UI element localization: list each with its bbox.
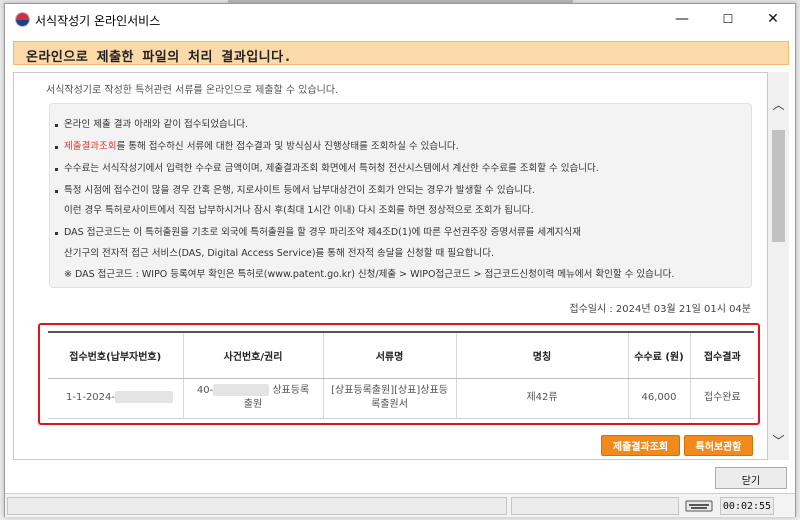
- content-panel: 서식작성기로 작성한 특허관련 서류를 온라인으로 제출할 수 있습니다. 온라…: [13, 72, 768, 460]
- notice-line-2: 제출결과조회를 통해 접수하신 서류에 대한 접수결과 및 방식심사 진행상태를…: [55, 138, 459, 152]
- dialog-window: 서식작성기 온라인서비스 — ☐ ✕ 온라인으로 제출한 파일의 처리 결과입니…: [4, 3, 796, 517]
- notice-line-8: ※ DAS 접근코드 : WIPO 등록여부 확인은 특허로(www.paten…: [64, 269, 675, 280]
- patent-box-button[interactable]: 특허보관함: [684, 435, 753, 456]
- notice-line-3: 수수료는 서식작성기에서 입력한 수수료 금액이며, 제출결과조회 화면에서 특…: [55, 160, 599, 174]
- header-result: 접수결과: [690, 331, 754, 379]
- government-logo-icon: [15, 12, 30, 27]
- table-header-row: 접수번호(납부자번호) 사건번호/권리 서류명 명칭 수수료 (원) 접수결과: [48, 331, 754, 379]
- status-segment: [7, 497, 507, 515]
- result-table: 접수번호(납부자번호) 사건번호/권리 서류명 명칭 수수료 (원) 접수결과 …: [48, 331, 754, 419]
- notice-line-6: DAS 접근코드는 이 특허출원을 기초로 외국에 특허출원을 할 경우 파리조…: [55, 224, 581, 238]
- keyboard-icon: [685, 500, 713, 512]
- notice-line-7: 산기구의 전자적 접근 서비스(DAS, Digital Access Serv…: [64, 248, 495, 259]
- header-receipt-no: 접수번호(납부자번호): [48, 331, 184, 379]
- cell-result: 접수완료: [690, 378, 754, 419]
- cell-title: 제42류: [456, 378, 629, 419]
- notice-line-1: 온라인 제출 결과 아래와 같이 접수되었습니다.: [55, 116, 248, 130]
- header-doc-name: 서류명: [323, 331, 457, 379]
- cut-intro-text: 서식작성기로 작성한 특허관련 서류를 온라인으로 제출할 수 있습니다.: [46, 85, 339, 96]
- receipt-timestamp: 접수일시 : 2024년 03월 21일 01시 04분: [569, 304, 751, 315]
- cell-case-no: 40- 상표등록 출원: [183, 378, 324, 419]
- window-title: 서식작성기 온라인서비스: [35, 14, 161, 28]
- notice-line-5: 이런 경우 특허로사이트에서 직접 납부하시거나 잠시 후(최대 1시간 이내)…: [64, 205, 534, 216]
- result-table-highlight: 접수번호(납부자번호) 사건번호/권리 서류명 명칭 수수료 (원) 접수결과 …: [38, 323, 760, 425]
- submit-result-button[interactable]: 제출결과조회: [601, 435, 680, 456]
- scroll-thumb[interactable]: [772, 130, 785, 242]
- submit-result-link[interactable]: 제출결과조회: [64, 141, 116, 152]
- table-row: 1-1-2024- 40- 상표등록 출원 [상표등록출원][상표]상표등록출원서…: [48, 378, 754, 419]
- status-segment: [511, 497, 679, 515]
- session-timer: 00:02:55: [720, 497, 774, 515]
- redacted-block: [115, 391, 173, 403]
- cell-fee: 46,000: [628, 378, 691, 419]
- header-case-no: 사건번호/권리: [183, 331, 324, 379]
- banner-text: 온라인으로 제출한 파일의 처리 결과입니다.: [26, 50, 292, 65]
- scroll-down-icon[interactable]: ﹀: [771, 432, 786, 448]
- notice-line-4: 특정 시점에 접수건이 많을 경우 간혹 은행, 지로사이트 등에서 납부대상건…: [55, 182, 535, 196]
- cell-receipt-no: 1-1-2024-: [48, 378, 184, 419]
- maximize-button[interactable]: ☐: [705, 4, 751, 34]
- vertical-scrollbar[interactable]: ︿ ﹀: [768, 72, 789, 460]
- title-bar: 서식작성기 온라인서비스 — ☐ ✕: [5, 4, 795, 34]
- notice-box: 온라인 제출 결과 아래와 같이 접수되었습니다. 제출결과조회를 통해 접수하…: [49, 103, 752, 288]
- redacted-block: [213, 384, 270, 396]
- header-fee: 수수료 (원): [628, 331, 691, 379]
- status-bar: 00:02:55: [5, 493, 795, 517]
- minimize-button[interactable]: —: [659, 4, 705, 34]
- close-button[interactable]: 닫기: [715, 467, 787, 489]
- result-banner: 온라인으로 제출한 파일의 처리 결과입니다.: [13, 41, 789, 65]
- cell-doc-name: [상표등록출원][상표]상표등록출원서: [323, 378, 457, 419]
- scroll-up-icon[interactable]: ︿: [771, 96, 786, 112]
- header-title: 명칭: [456, 331, 629, 379]
- close-window-button[interactable]: ✕: [750, 4, 796, 34]
